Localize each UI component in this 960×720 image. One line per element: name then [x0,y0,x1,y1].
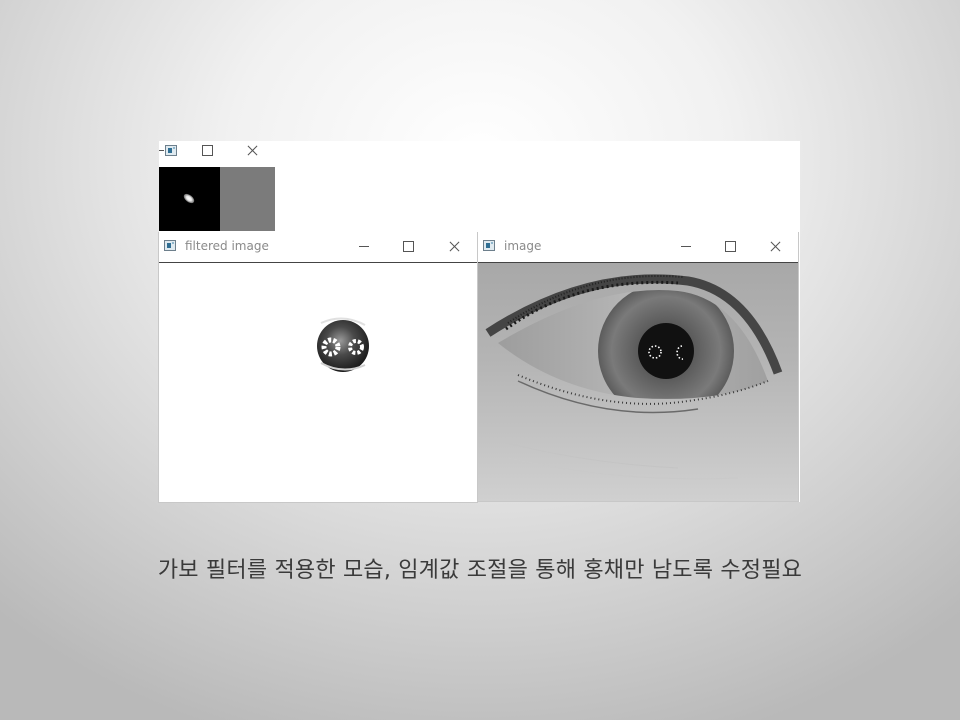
window-menu-line [159,150,164,151]
filtered-iris-image [317,317,369,372]
filtered-window-title: filtered image [185,239,269,253]
filtered-image-window: filtered image [158,232,478,503]
opencv-app-icon[interactable] [164,240,176,251]
filtered-image-canvas [159,263,477,502]
pupil [638,323,694,379]
maximize-icon[interactable] [386,232,430,262]
filtered-window-titlebar[interactable]: filtered image [159,232,477,263]
image-window-titlebar[interactable]: image [478,232,798,263]
gabor-kernel-real-image [159,167,220,231]
kernel-window-titlebar[interactable] [159,141,800,163]
minimize-icon[interactable] [342,232,386,262]
close-icon[interactable] [432,232,476,262]
maximize-icon[interactable] [708,232,752,262]
eye-image-canvas [478,263,798,501]
gabor-kernel-blob [182,192,196,205]
close-icon[interactable] [753,232,797,262]
maximize-icon[interactable] [185,141,229,161]
gabor-kernel-gray-image [220,167,275,231]
minimize-icon[interactable] [664,232,708,262]
opencv-app-icon[interactable] [165,145,177,156]
eye-photo [478,263,798,501]
slide-caption: 가보 필터를 적용한 모습, 임계값 조절을 통해 홍채만 남도록 수정필요 [157,558,803,583]
image-window-title: image [504,239,542,253]
opencv-app-icon[interactable] [483,240,495,251]
close-icon[interactable] [230,141,274,161]
image-window: image [477,232,799,502]
